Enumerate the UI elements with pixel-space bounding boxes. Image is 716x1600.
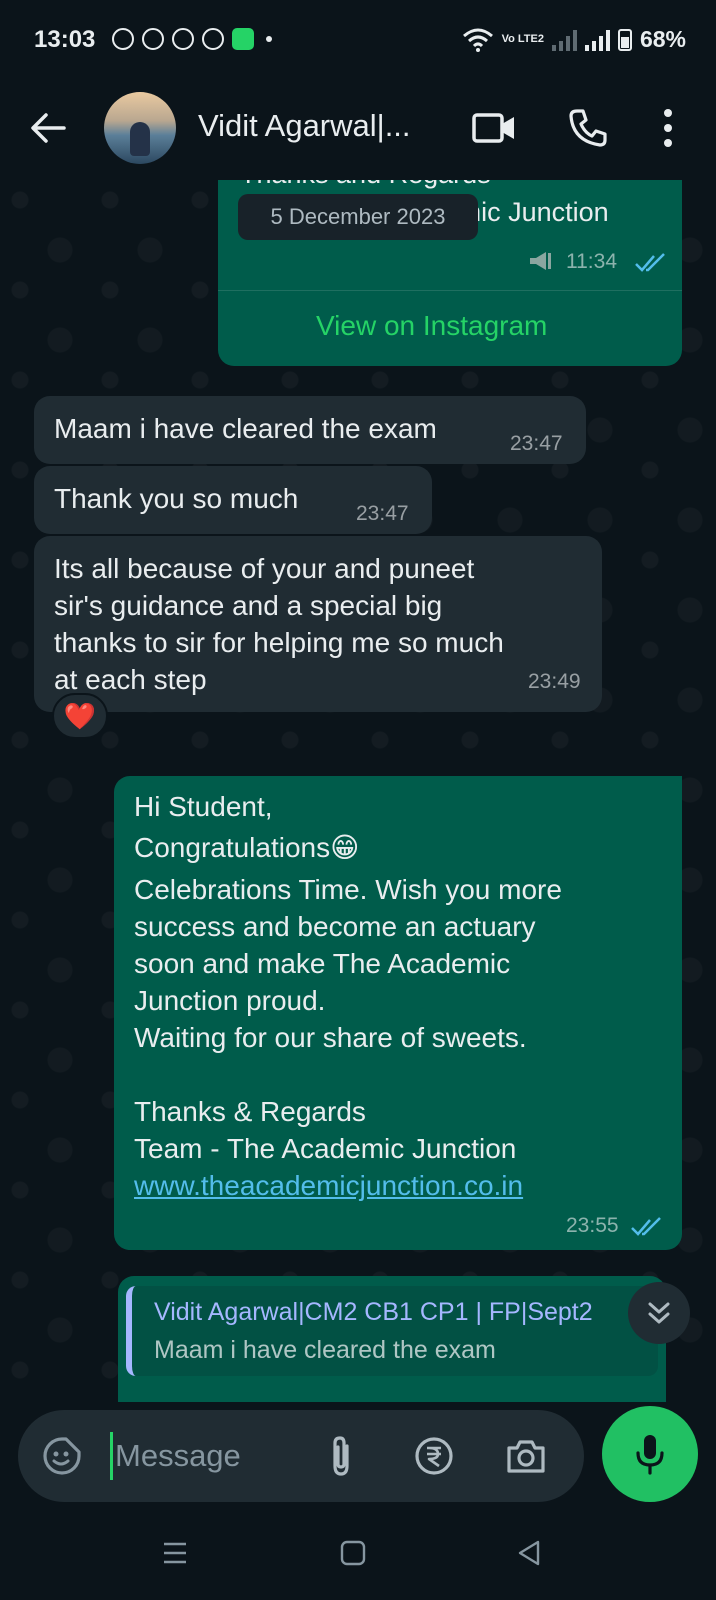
message-line: Celebrations Time. Wish you more xyxy=(134,874,562,905)
message-line: thanks to sir for helping me so much xyxy=(54,627,504,658)
emoji-sticker-icon[interactable] xyxy=(42,1436,82,1476)
quoted-sender: Vidit Agarwal|CM2 CB1 CP1 | FP|Sept2 xyxy=(154,1298,593,1326)
read-receipt-icon xyxy=(631,1217,661,1236)
message-line: Waiting for our share of sweets. xyxy=(134,1022,527,1053)
status-right: Vo LTE2 68% xyxy=(462,26,686,53)
message-time: 23:47 xyxy=(356,502,409,525)
back-arrow-icon[interactable] xyxy=(28,108,68,148)
message-line: Its all because of your and puneet xyxy=(54,553,475,584)
incoming-message-bubble[interactable]: Maam i have cleared the exam 23:47 xyxy=(34,396,586,464)
more-options-icon[interactable] xyxy=(660,106,676,150)
message-line: sir's guidance and a special big xyxy=(54,590,443,621)
voice-message-button[interactable] xyxy=(602,1406,698,1502)
quoted-text: Maam i have cleared the exam xyxy=(154,1336,496,1364)
more-notifications-icon xyxy=(266,36,272,42)
status-bar: 13:03 Vo LTE2 68% xyxy=(0,0,716,78)
message-text: Thank you so much xyxy=(54,483,299,514)
back-nav-icon[interactable] xyxy=(516,1540,542,1566)
home-icon[interactable] xyxy=(340,1540,366,1566)
whatsapp-notification-icon xyxy=(112,28,134,50)
heart-reaction[interactable]: ❤️ xyxy=(52,693,108,739)
website-link[interactable]: www.theacademicjunction.co.in xyxy=(134,1167,562,1204)
status-time: 13:03 xyxy=(34,26,96,53)
whatsapp-notification-icon xyxy=(142,28,164,50)
message-time: 23:47 xyxy=(510,432,563,455)
date-chip: 5 December 2023 xyxy=(238,194,478,240)
message-line: Junction proud. xyxy=(134,985,326,1016)
view-on-instagram-link[interactable]: View on Instagram xyxy=(316,310,547,342)
message-box[interactable] xyxy=(18,1410,584,1502)
message-line: Team - The Academic Junction xyxy=(134,1133,517,1164)
incoming-message-bubble[interactable]: Thank you so much 23:47 xyxy=(34,466,432,534)
system-nav-bar xyxy=(0,1512,716,1600)
contact-avatar[interactable] xyxy=(104,92,176,164)
calculator-notification-icon xyxy=(232,28,254,50)
chat-header: Vidit Agarwal|... xyxy=(0,78,716,180)
message-line: at each step xyxy=(54,664,207,695)
message-text: Hi Student, Congratulations😁 Celebration… xyxy=(134,788,562,1204)
wifi-icon xyxy=(462,28,493,52)
signal-sim2-icon xyxy=(584,29,610,51)
browser-notification-icon xyxy=(202,28,224,50)
card-text-partial: Thanks and Regards xyxy=(240,180,491,193)
video-call-icon[interactable] xyxy=(472,112,516,144)
contact-name[interactable]: Vidit Agarwal|... xyxy=(198,108,411,144)
scroll-to-bottom-button[interactable] xyxy=(628,1282,690,1344)
card-divider xyxy=(218,290,682,291)
double-chevron-down-icon xyxy=(648,1302,670,1324)
speaker-icon xyxy=(530,252,551,270)
microphone-icon xyxy=(636,1435,664,1475)
message-line: Congratulations😁 xyxy=(134,832,360,863)
payment-rupee-icon[interactable] xyxy=(414,1436,454,1476)
message-line xyxy=(134,1056,562,1093)
battery-percent: 68% xyxy=(639,26,686,52)
signal-sim1-icon xyxy=(551,29,577,51)
recent-apps-icon[interactable] xyxy=(162,1540,188,1566)
attachment-icon[interactable] xyxy=(326,1434,356,1478)
message-line: Thanks & Regards xyxy=(134,1096,366,1127)
camera-icon[interactable] xyxy=(506,1438,546,1474)
message-line: Hi Student, xyxy=(134,791,273,822)
volte-indicator: Vo LTE2 xyxy=(501,33,544,45)
battery-icon xyxy=(617,28,632,51)
quoted-message[interactable]: Vidit Agarwal|CM2 CB1 CP1 | FP|Sept2 Maa… xyxy=(126,1286,658,1376)
message-time: 23:55 xyxy=(566,1214,619,1237)
message-time: 11:34 xyxy=(566,250,617,273)
message-text: Its all because of your and puneet sir's… xyxy=(54,550,504,698)
input-bar xyxy=(0,1402,716,1512)
notification-icons xyxy=(112,28,272,50)
chat-area[interactable]: Thanks and Regards Team - The Academic J… xyxy=(0,180,716,1402)
voice-call-icon[interactable] xyxy=(568,108,608,148)
outgoing-message-bubble[interactable]: Hi Student, Congratulations😁 Celebration… xyxy=(114,776,682,1250)
read-receipt-icon xyxy=(635,253,665,272)
incoming-message-bubble[interactable]: Its all because of your and puneet sir's… xyxy=(34,536,602,712)
message-time: 23:49 xyxy=(528,670,581,693)
message-input[interactable] xyxy=(110,1432,310,1480)
message-line: soon and make The Academic xyxy=(134,948,511,979)
reply-message-bubble[interactable]: Vidit Agarwal|CM2 CB1 CP1 | FP|Sept2 Maa… xyxy=(118,1276,666,1402)
whatsapp-notification-icon xyxy=(172,28,194,50)
message-text: Maam i have cleared the exam xyxy=(54,413,437,444)
message-line: success and become an actuary xyxy=(134,911,536,942)
